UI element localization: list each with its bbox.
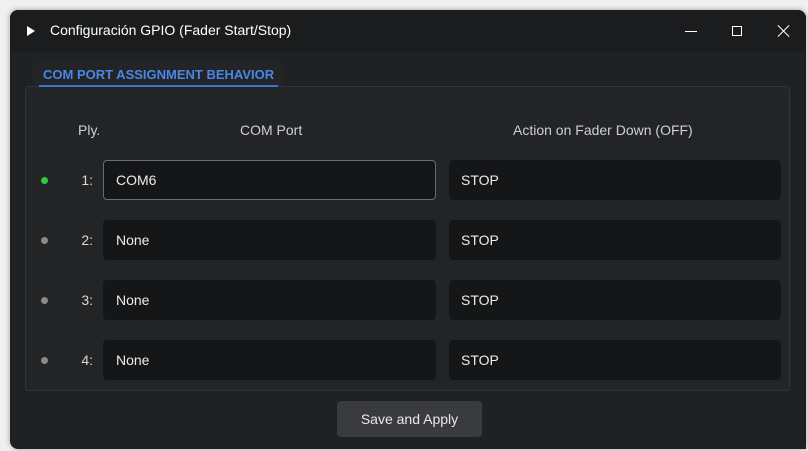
player-row-2: 2: None STOP (10, 220, 806, 260)
com-port-field[interactable]: None (103, 340, 436, 380)
window-title: Configuración GPIO (Fader Start/Stop) (50, 22, 292, 38)
status-indicator (41, 297, 48, 304)
ply-number: 3: (81, 292, 93, 308)
close-button[interactable] (760, 10, 806, 52)
com-port-field[interactable]: None (103, 220, 436, 260)
close-icon (777, 24, 791, 38)
action-select[interactable]: STOP (449, 160, 781, 200)
player-row-1: 1: COM6 STOP (10, 160, 806, 200)
ply-number: 4: (81, 352, 93, 368)
save-and-apply-button[interactable]: Save and Apply (337, 401, 482, 437)
minimize-icon (685, 31, 697, 32)
title-bar[interactable]: Configuración GPIO (Fader Start/Stop) (10, 10, 806, 52)
player-row-4: 4: None STOP (10, 340, 806, 380)
action-select[interactable]: STOP (449, 340, 781, 380)
ply-number: 2: (81, 232, 93, 248)
play-icon (27, 26, 35, 36)
gpio-config-window: Configuración GPIO (Fader Start/Stop) CO… (10, 10, 806, 449)
com-port-field[interactable]: None (103, 280, 436, 320)
status-indicator (41, 177, 48, 184)
header-action: Action on Fader Down (OFF) (513, 122, 693, 138)
tab-com-port-assignment[interactable]: COM PORT ASSIGNMENT BEHAVIOR (33, 62, 285, 87)
header-ply: Ply. (78, 122, 101, 138)
com-port-field[interactable]: COM6 (103, 160, 436, 200)
maximize-icon (732, 26, 742, 36)
minimize-button[interactable] (668, 10, 714, 52)
status-indicator (41, 357, 48, 364)
action-select[interactable]: STOP (449, 220, 781, 260)
maximize-button[interactable] (714, 10, 760, 52)
status-indicator (41, 237, 48, 244)
action-select[interactable]: STOP (449, 280, 781, 320)
player-row-3: 3: None STOP (10, 280, 806, 320)
header-com-port: COM Port (240, 122, 303, 138)
ply-number: 1: (81, 172, 93, 188)
